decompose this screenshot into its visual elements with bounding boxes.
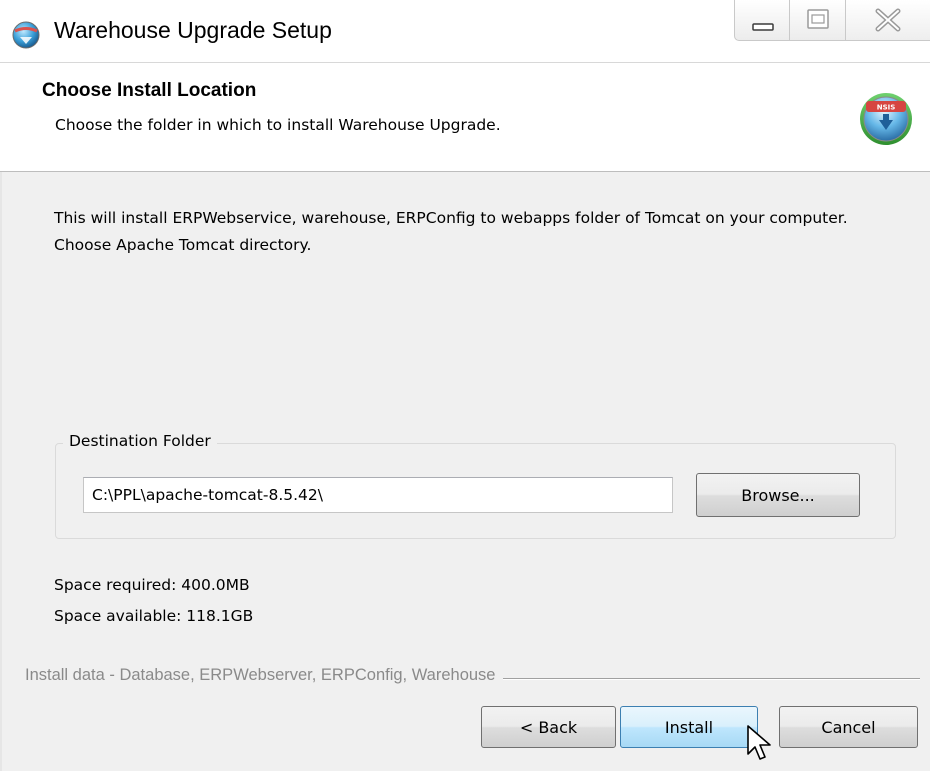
space-required-text: Space required: 400.0MB (54, 576, 250, 594)
destination-path-input[interactable] (83, 477, 673, 513)
back-button[interactable]: < Back (481, 706, 616, 748)
caption-buttons (734, 0, 930, 44)
maximize-icon (807, 9, 829, 29)
nsis-installer-icon: NSIS (855, 86, 917, 148)
install-description: This will install ERPWebservice, warehou… (54, 209, 848, 254)
browse-button[interactable]: Browse... (696, 473, 860, 517)
page-title: Choose Install Location (42, 80, 257, 101)
setup-window: Warehouse Upgrade Setup Choose Install L… (0, 0, 930, 771)
title-bar[interactable]: Warehouse Upgrade Setup (0, 0, 930, 62)
minimize-button[interactable] (734, 0, 790, 41)
close-button[interactable] (846, 0, 930, 41)
close-icon (875, 8, 901, 32)
branding-text: Install data - Database, ERPWebserver, E… (25, 666, 504, 685)
minimize-icon (752, 23, 774, 31)
header-panel: Choose Install Location Choose the folde… (0, 62, 930, 172)
installer-globe-icon (11, 20, 41, 50)
cancel-button[interactable]: Cancel (779, 706, 918, 748)
nsis-badge-text: NSIS (877, 104, 896, 112)
page-subtitle: Choose the folder in which to install Wa… (55, 116, 501, 134)
install-button[interactable]: Install (620, 706, 758, 748)
maximize-button[interactable] (790, 0, 846, 41)
window-left-edge (0, 172, 2, 771)
window-title: Warehouse Upgrade Setup (54, 17, 332, 43)
mouse-pointer-icon (746, 724, 774, 764)
destination-folder-label: Destination Folder (63, 432, 217, 450)
space-available-text: Space available: 118.1GB (54, 607, 254, 625)
